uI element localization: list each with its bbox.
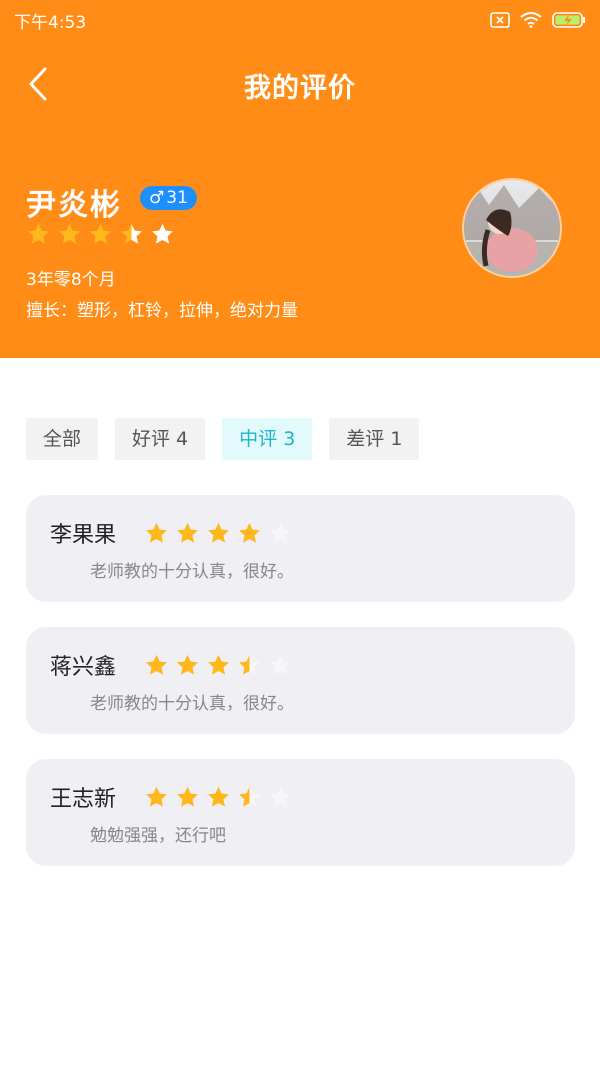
star-filled-icon <box>177 786 198 807</box>
gender-age-badge: ♂ 31 <box>140 186 197 210</box>
star-filled-icon <box>208 654 229 675</box>
filter-tab-negative[interactable]: 差评 1 <box>329 418 420 460</box>
star-filled-icon <box>146 654 167 675</box>
star-filled-icon <box>177 522 198 543</box>
star-filled-icon <box>239 522 260 543</box>
wifi-icon <box>520 12 542 28</box>
filter-tab-positive[interactable]: 好评 4 <box>115 418 206 460</box>
review-text: 老师教的十分认真，很好。 <box>90 562 294 582</box>
star-empty-icon <box>270 786 291 807</box>
review-text: 勉勉强强，还行吧 <box>90 826 226 846</box>
star-filled-icon <box>177 654 198 675</box>
page-title: 我的评价 <box>244 73 356 104</box>
sim-icon <box>490 12 510 28</box>
reviewer-name: 李果果 <box>50 523 117 548</box>
star-filled-icon <box>90 223 111 244</box>
profile-header: 下午4:53 我的评价 尹炎彬 ♂ 31 3年零8个月 擅长：塑形，杠铃，拉伸，… <box>0 0 600 358</box>
review-rating-stars <box>144 785 293 810</box>
reviewer-name: 蒋兴鑫 <box>50 655 117 680</box>
coach-experience: 3年零8个月 <box>26 270 116 290</box>
star-empty-icon <box>270 522 291 543</box>
coach-specialty: 擅长：塑形，杠铃，拉伸，绝对力量 <box>26 301 298 321</box>
status-bar: 下午4:53 <box>0 0 600 40</box>
review-rating-stars <box>144 653 293 678</box>
filter-tab-all[interactable]: 全部 <box>26 418 99 460</box>
star-empty-icon <box>270 654 291 675</box>
star-half-icon <box>239 786 260 807</box>
review-filter-tabs: 全部 好评 4 中评 3 差评 1 <box>26 418 420 460</box>
review-card[interactable]: 蒋兴鑫 老师教的十分认真，很好。 <box>26 627 575 734</box>
star-filled-icon <box>208 786 229 807</box>
star-empty-icon <box>152 223 173 244</box>
coach-name: 尹炎彬 <box>26 188 122 223</box>
reviewer-name: 王志新 <box>50 787 117 812</box>
review-card[interactable]: 王志新 勉勉强强，还行吧 <box>26 759 575 866</box>
star-half-icon <box>239 654 260 675</box>
star-filled-icon <box>28 223 49 244</box>
avatar-photo <box>464 180 560 276</box>
review-text: 老师教的十分认真，很好。 <box>90 694 294 714</box>
filter-tab-neutral[interactable]: 中评 3 <box>222 418 313 460</box>
star-filled-icon <box>146 522 167 543</box>
star-filled-icon <box>59 223 80 244</box>
status-time: 下午4:53 <box>14 12 87 33</box>
star-half-icon <box>121 223 142 244</box>
star-filled-icon <box>208 522 229 543</box>
battery-charging-icon <box>552 12 585 28</box>
coach-age: 31 <box>166 188 188 208</box>
review-rating-stars <box>144 521 293 546</box>
coach-rating-stars <box>26 222 175 247</box>
status-icons <box>490 12 586 28</box>
coach-avatar <box>462 178 562 278</box>
nav-bar: 我的评价 <box>0 58 600 110</box>
review-card[interactable]: 李果果 老师教的十分认真，很好。 <box>26 495 575 602</box>
male-icon: ♂ <box>149 188 165 208</box>
star-filled-icon <box>146 786 167 807</box>
